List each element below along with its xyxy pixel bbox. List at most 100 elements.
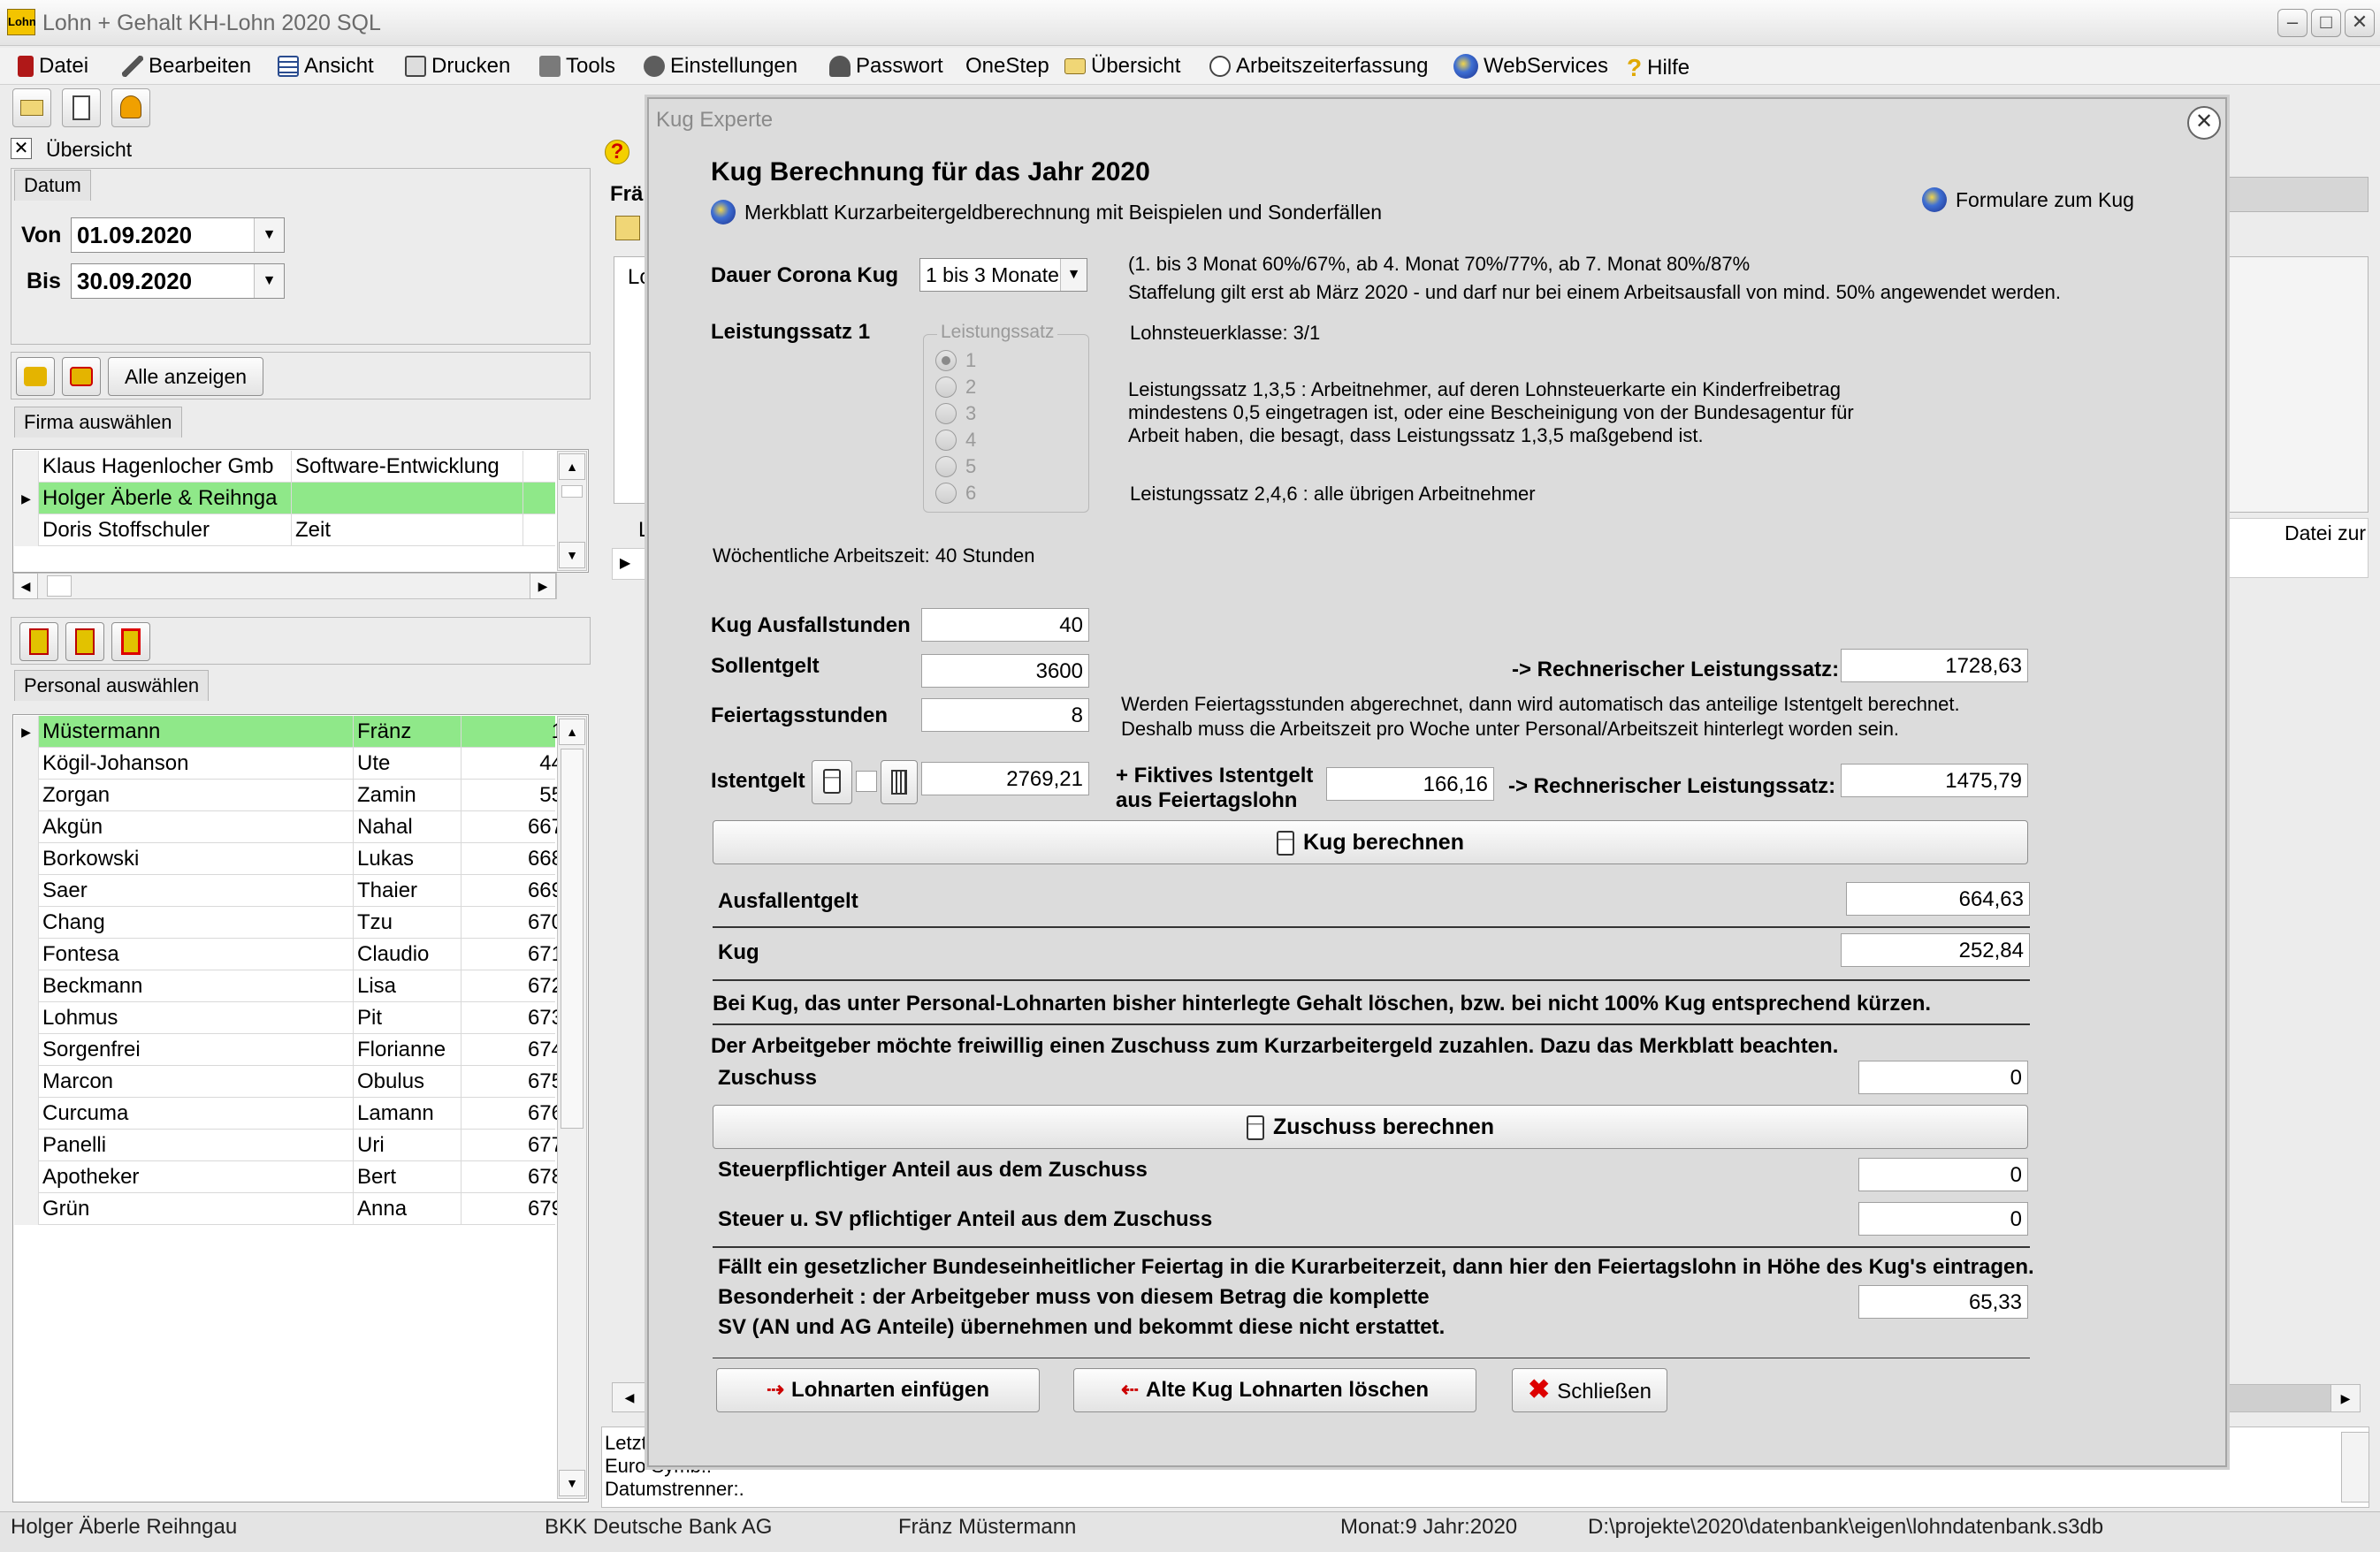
zuschuss-berechnen-button[interactable]: Zuschuss berechnen (713, 1105, 2028, 1149)
delete-istentgelt-button[interactable] (881, 760, 918, 804)
istentgelt-checkbox[interactable] (856, 771, 877, 792)
employee-row[interactable]: Chang Tzu 670 (14, 907, 569, 939)
employee-row[interactable]: Borkowski Lukas 668 (14, 843, 569, 875)
dauer-select[interactable]: 1 bis 3 Monate ▼ (919, 258, 1087, 292)
calc-istentgelt-button[interactable] (812, 760, 852, 804)
clear-filter-company-button[interactable] (62, 357, 101, 396)
document-icon (72, 95, 90, 120)
company-row[interactable]: Doris Stoffschuler Zeit (14, 514, 555, 546)
scroll-left-icon[interactable]: ◀ (612, 1382, 647, 1412)
employee-number: 668 (462, 843, 569, 875)
employee-last-name: Sorgenfrei (39, 1034, 354, 1066)
scroll-down-icon[interactable]: ▼ (559, 1470, 585, 1496)
menu-onestep[interactable]: OneStep (965, 54, 1049, 79)
scroll-thumb[interactable] (561, 749, 584, 1129)
minimize-button[interactable]: – (2277, 9, 2308, 37)
close-dialog-button[interactable]: ✕ (2187, 106, 2221, 140)
person-add-button[interactable] (65, 622, 104, 661)
menu-bearbeiten[interactable]: Bearbeiten (122, 54, 251, 79)
scroll-down-icon[interactable]: ▼ (559, 542, 585, 568)
employee-row[interactable]: ▶MüstermannFränz1 (14, 716, 569, 748)
employee-row[interactable]: Apotheker Bert 678 (14, 1161, 569, 1193)
employee-row[interactable]: Akgün Nahal 667 (14, 811, 569, 843)
menu-uebersicht[interactable]: Übersicht (1064, 54, 1180, 79)
employee-row[interactable]: Panelli Uri 677 (14, 1130, 569, 1161)
leistungssatz-radio-1[interactable] (935, 350, 957, 371)
menu-hilfe[interactable]: ? Hilfe (1627, 54, 1690, 82)
sollentgelt-input[interactable]: 3600 (921, 654, 1089, 688)
leistungssatz-radio-label: 1 (965, 349, 977, 371)
alte-lohnarten-loeschen-button[interactable]: ⇠ Alte Kug Lohnarten löschen (1073, 1368, 1476, 1412)
company-row[interactable]: Klaus Hagenlocher Gmb Software-Entwicklun… (14, 451, 555, 483)
kug-berechnen-button[interactable]: Kug berechnen (713, 820, 2028, 864)
zuschuss-input[interactable]: 0 (1858, 1061, 2028, 1094)
help-icon[interactable]: ? (605, 140, 629, 164)
person-remove-button[interactable] (111, 622, 150, 661)
menu-ansicht[interactable]: Ansicht (278, 54, 374, 79)
leistungssatz-radio-3[interactable] (935, 403, 957, 424)
istentgelt-input[interactable]: 2769,21 (921, 762, 1089, 795)
close-window-button[interactable]: ✕ (2345, 9, 2375, 37)
filter-person-button[interactable] (19, 622, 58, 661)
personnel-vscrollbar[interactable]: ▲ ▼ (557, 716, 587, 1499)
menu-arbeitszeiterfassung[interactable]: Arbeitszeiterfassung (1209, 54, 1428, 79)
employee-row[interactable]: Saer Thaier 669 (14, 875, 569, 907)
user-warning-button[interactable] (111, 88, 150, 127)
row-pointer-icon (14, 514, 39, 546)
employee-row[interactable]: Curcuma Lamann 676 (14, 1098, 569, 1130)
company-hscrollbar[interactable]: ◀ ▶ (12, 573, 557, 599)
scroll-thumb[interactable] (47, 575, 72, 597)
leistungssatz-radio-5[interactable] (935, 456, 957, 477)
employee-first-name: Lamann (354, 1098, 462, 1130)
menu-datei[interactable]: Datei (18, 54, 88, 79)
scroll-left-icon[interactable]: ◀ (13, 573, 38, 599)
open-folder-button[interactable] (12, 88, 51, 127)
chevron-down-icon[interactable]: ▼ (1060, 259, 1087, 291)
bis-date-field[interactable]: 30.09.2020 ▼ (71, 263, 285, 299)
scroll-up-icon[interactable]: ▲ (559, 719, 585, 745)
alle-anzeigen-button[interactable]: Alle anzeigen (108, 357, 263, 396)
menu-tools[interactable]: Tools (539, 54, 615, 79)
scroll-right-icon[interactable]: ▶ (2330, 1384, 2361, 1412)
leistungssatz-radio-4[interactable] (935, 430, 957, 451)
folder-icon[interactable] (615, 216, 640, 240)
leistungssatz-radio-2[interactable] (935, 377, 957, 398)
menu-drucken[interactable]: Drucken (405, 54, 510, 79)
chevron-down-icon[interactable]: ▼ (254, 264, 284, 298)
maximize-button[interactable]: □ (2311, 9, 2341, 37)
employee-row[interactable]: Beckmann Lisa 672 (14, 970, 569, 1002)
company-row[interactable]: ▶ Holger Äberle & Reihnga (14, 483, 555, 514)
employee-row[interactable]: Sorgenfrei Florianne 674 (14, 1034, 569, 1066)
datum-tab[interactable]: Datum (14, 170, 91, 201)
employee-row[interactable]: Grün Anna 679 (14, 1193, 569, 1225)
lohnarten-einfuegen-button[interactable]: ⇢ Lohnarten einfügen (716, 1368, 1040, 1412)
bg-info-scrollbar[interactable] (2341, 1432, 2369, 1503)
employee-row[interactable]: Lohmus Pit 673 (14, 1002, 569, 1034)
document-button[interactable] (62, 88, 101, 127)
employee-row[interactable]: Kögil-Johanson Ute 44 (14, 748, 569, 780)
company-vscrollbar[interactable]: ▲ ▼ (557, 451, 587, 571)
feiertagsstunden-input[interactable]: 8 (921, 698, 1089, 732)
chevron-down-icon[interactable]: ▼ (254, 218, 284, 252)
personal-tab[interactable]: Personal auswählen (14, 670, 210, 701)
menu-einstellungen[interactable]: Einstellungen (644, 54, 797, 79)
formulare-link[interactable]: Formulare zum Kug (1922, 187, 2134, 212)
ausfallstunden-input[interactable]: 40 (921, 608, 1089, 642)
key-remove-icon (70, 367, 93, 386)
scroll-up-icon[interactable]: ▲ (559, 453, 585, 480)
employee-row[interactable]: Marcon Obulus 675 (14, 1066, 569, 1098)
feiertagslohn-input[interactable]: 65,33 (1858, 1285, 2028, 1319)
menu-webservices[interactable]: WebServices (1453, 54, 1608, 79)
merkblatt-link[interactable]: Merkblatt Kurzarbeitergeldberechnung mit… (711, 200, 1382, 224)
schliessen-button[interactable]: ✖ Schließen (1512, 1368, 1667, 1412)
employee-row[interactable]: Fontesa Claudio 671 (14, 939, 569, 970)
scroll-thumb[interactable] (561, 485, 583, 498)
firma-tab[interactable]: Firma auswählen (14, 407, 182, 437)
scroll-right-icon[interactable]: ▶ (530, 573, 556, 599)
menu-passwort[interactable]: Passwort (829, 54, 943, 79)
leistungssatz-radio-6[interactable] (935, 483, 957, 504)
employee-row[interactable]: Zorgan Zamin 55 (14, 780, 569, 811)
close-overview-button[interactable]: ✕ (11, 138, 32, 159)
von-date-field[interactable]: 01.09.2020 ▼ (71, 217, 285, 253)
filter-company-button[interactable] (16, 357, 55, 396)
